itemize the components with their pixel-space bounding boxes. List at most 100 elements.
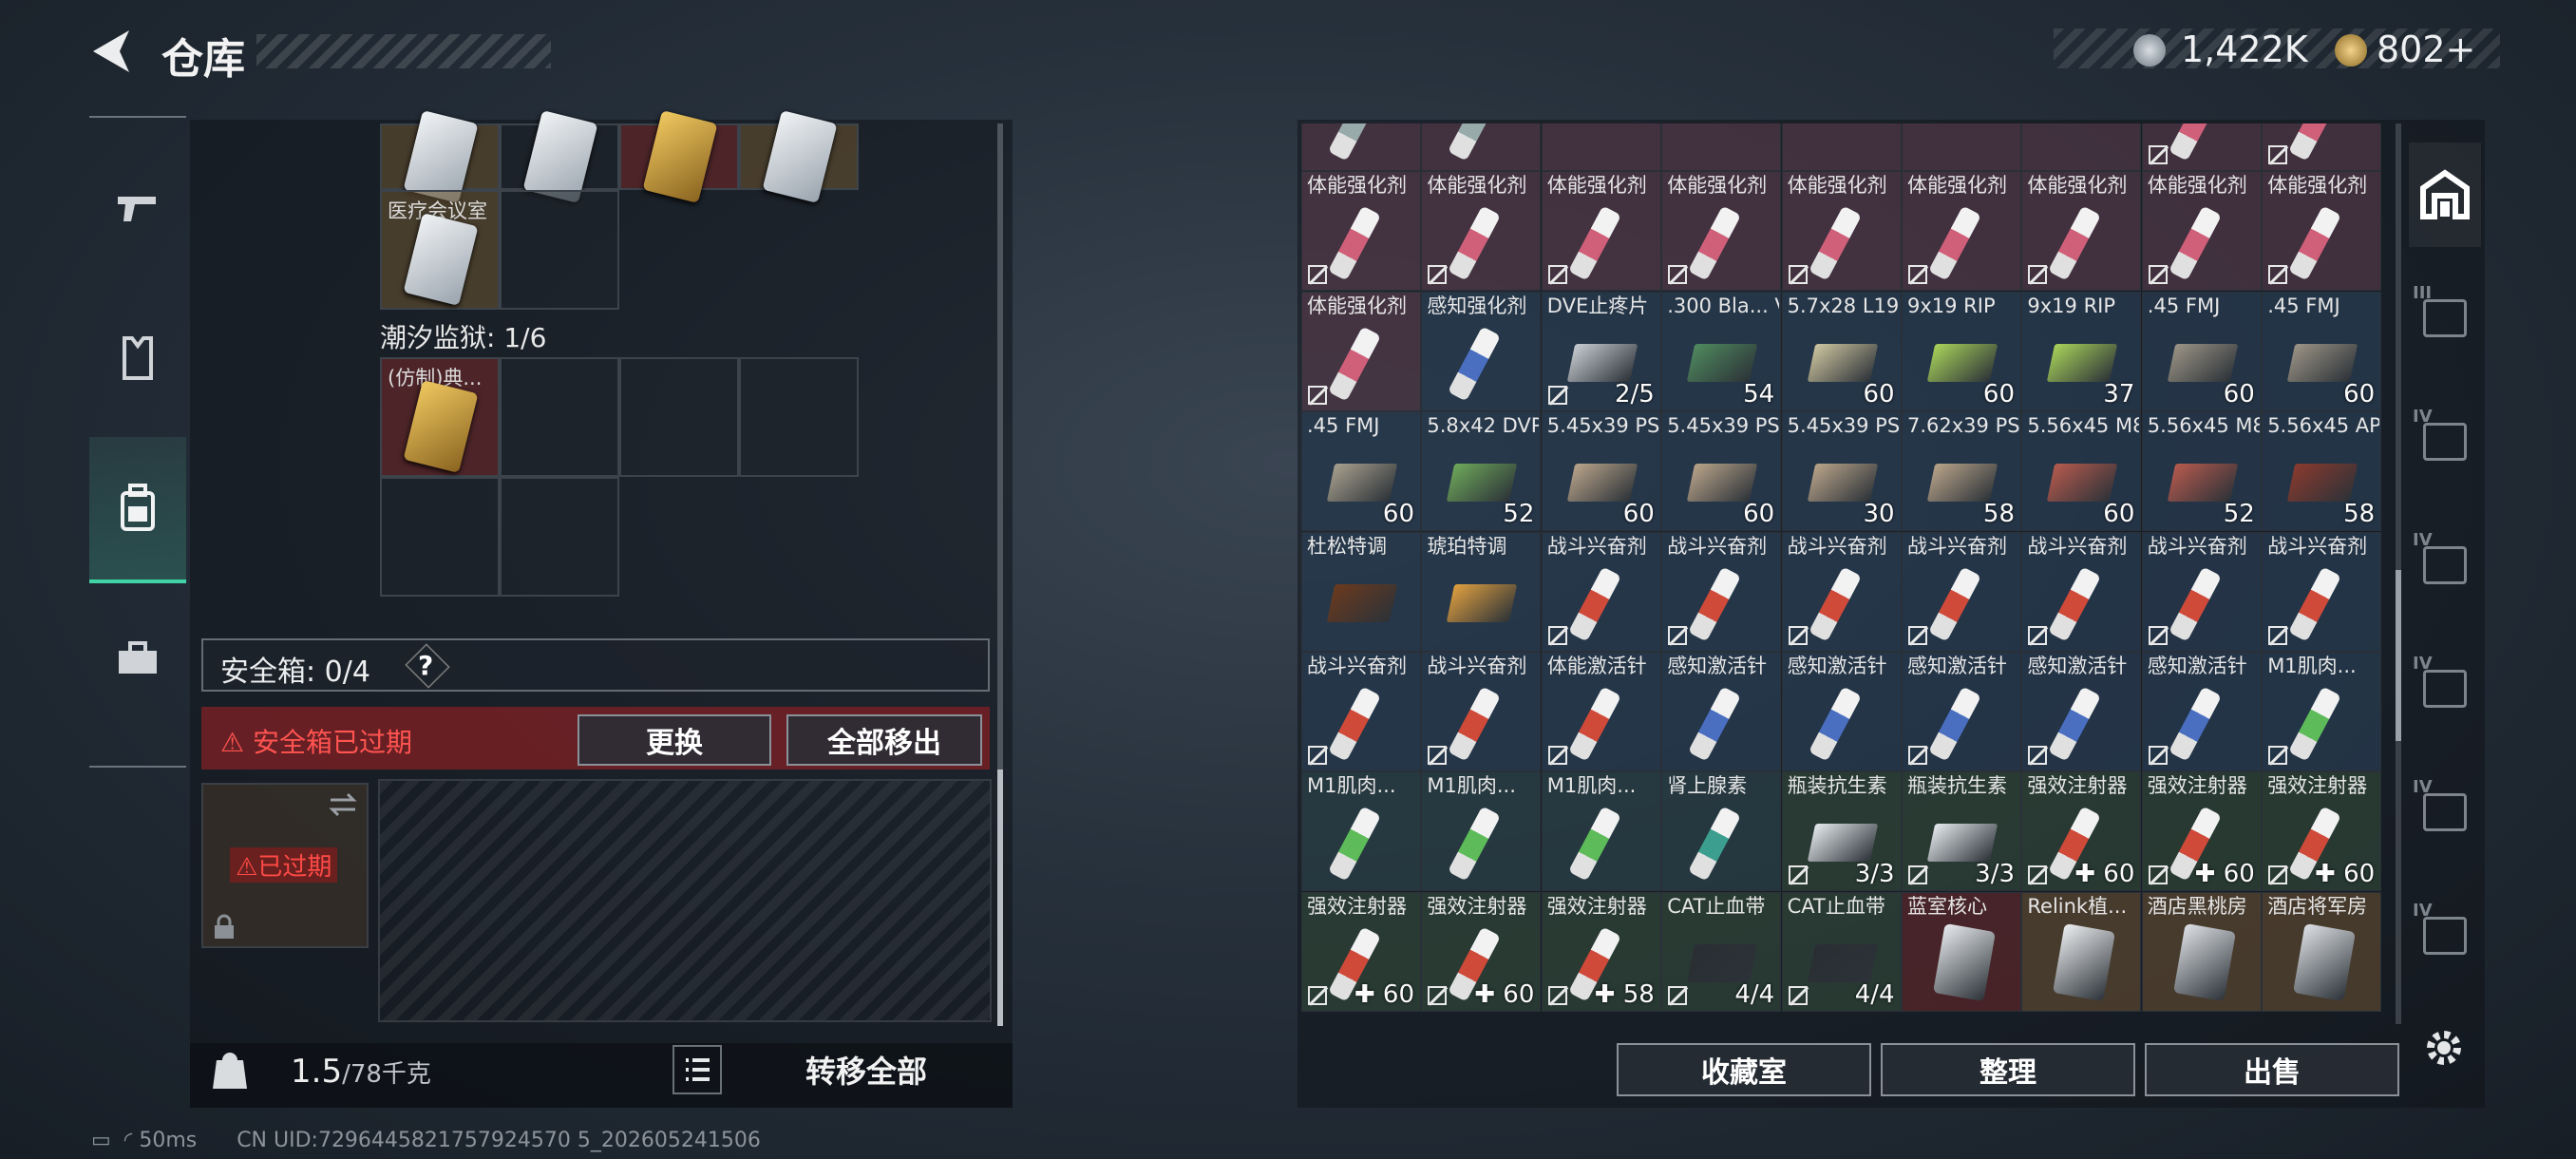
sort-button[interactable]: 整理 (1881, 1043, 2135, 1096)
inventory-item[interactable]: DVE止疼片 2/5 (1541, 291, 1661, 411)
inventory-item[interactable] (2262, 124, 2382, 171)
inventory-item[interactable]: 感知激活针 (2021, 652, 2142, 771)
inventory-item[interactable]: 战斗兴奋剂 (2021, 531, 2142, 652)
inventory-item[interactable]: 5.8x42 DVP88 52 (1421, 411, 1542, 532)
inventory-item[interactable]: 体能强化剂 (1661, 171, 1782, 292)
item-slot[interactable] (619, 110, 739, 203)
inventory-item[interactable]: .45 FMJ 60 (1301, 411, 1421, 532)
inventory-item[interactable]: 强效注射器 ✚ 60 (1421, 891, 1542, 1012)
inventory-item[interactable]: 5.56x45 APC 58 (2262, 411, 2382, 532)
inventory-item[interactable]: 体能强化剂 (1301, 291, 1421, 411)
tab-storage-4c[interactable]: IV (2409, 636, 2481, 741)
inventory-item[interactable]: 体能强化剂 (1301, 171, 1421, 292)
inventory-item[interactable]: 体能强化剂 (1781, 171, 1902, 292)
secure-case-grid[interactable] (378, 779, 992, 1022)
inventory-item[interactable] (2021, 124, 2142, 171)
empty-slot[interactable] (500, 477, 619, 597)
inventory-item[interactable]: 战斗兴奋剂 (1421, 652, 1542, 771)
inventory-item[interactable]: M1肌肉... (1541, 771, 1661, 892)
inventory-item[interactable]: 战斗兴奋剂 (1301, 652, 1421, 771)
inventory-item[interactable]: 体能强化剂 (1902, 171, 2021, 292)
inventory-item[interactable] (1902, 124, 2021, 171)
inventory-item[interactable]: 瓶装抗生素 3/3 (1781, 771, 1902, 892)
inventory-item[interactable]: 体能强化剂 (1541, 171, 1661, 292)
tab-backpack[interactable] (89, 437, 186, 583)
left-scrollbar-thumb[interactable] (997, 770, 1003, 1026)
inventory-item[interactable]: 感知强化剂 (1421, 291, 1542, 411)
inventory-item[interactable]: 战斗兴奋剂 (1541, 531, 1661, 652)
inventory-item[interactable]: 5.7x28 L191 60 (1781, 291, 1902, 411)
inventory-item[interactable]: M1肌肉... (1301, 771, 1421, 892)
inventory-item[interactable]: 体能强化剂 (1421, 171, 1542, 292)
inventory-item[interactable]: 9x19 RIP 60 (1902, 291, 2021, 411)
inventory-item[interactable]: .300 Bla... V-Max 54 (1661, 291, 1782, 411)
inventory-item[interactable]: Relink植... (2021, 891, 2142, 1012)
inventory-item[interactable] (1781, 124, 1902, 171)
collection-room-button[interactable]: 收藏室 (1617, 1043, 1871, 1096)
tab-storage-4a[interactable]: IV (2409, 390, 2481, 494)
inventory-item[interactable]: 瓶装抗生素 3/3 (1902, 771, 2021, 892)
inventory-item[interactable]: 强效注射器 ✚ 58 (1541, 891, 1661, 1012)
inventory-item[interactable]: 体能激活针 (1541, 652, 1661, 771)
inventory-item[interactable]: 战斗兴奋剂 (1661, 531, 1782, 652)
left-scrollbar[interactable] (997, 124, 1003, 770)
item-slot[interactable] (500, 110, 619, 203)
inventory-item[interactable] (1421, 124, 1542, 171)
inventory-item[interactable]: 5.45x39 PS 30 (1781, 411, 1902, 532)
inventory-item[interactable]: 9x19 RIP 37 (2021, 291, 2142, 411)
inventory-item[interactable]: 战斗兴奋剂 (2141, 531, 2262, 652)
inventory-item[interactable]: 强效注射器 ✚ 60 (2141, 771, 2262, 892)
tab-storage-4e[interactable]: IV (2409, 884, 2481, 988)
swap-icon[interactable] (327, 790, 359, 819)
inventory-item[interactable]: 感知激活针 (1781, 652, 1902, 771)
inventory-item[interactable]: 蓝室核心 (1902, 891, 2021, 1012)
empty-slot[interactable] (500, 190, 619, 310)
inventory-item[interactable]: CAT止血带 4/4 (1781, 891, 1902, 1012)
inventory-item[interactable]: 体能强化剂 (2021, 171, 2142, 292)
inventory-item[interactable] (2141, 124, 2262, 171)
tab-toolbox[interactable] (89, 587, 186, 730)
item-replica-keycard[interactable]: (仿制)典... (380, 357, 500, 477)
inventory-item[interactable] (1661, 124, 1782, 171)
tab-storage-3[interactable]: III (2409, 266, 2481, 370)
inventory-item[interactable]: 强效注射器 ✚ 60 (2262, 771, 2382, 892)
empty-slot[interactable] (739, 357, 859, 477)
inventory-item[interactable]: 琥珀特调 (1421, 531, 1542, 652)
inventory-item[interactable]: 5.45x39 PS 60 (1541, 411, 1661, 532)
tab-storage-4b[interactable]: IV (2409, 513, 2481, 618)
inventory-item[interactable]: 5.56x45 M855 52 (2141, 411, 2262, 532)
inventory-item[interactable]: 感知激活针 (2141, 652, 2262, 771)
inventory-item[interactable]: 感知激活针 (1661, 652, 1782, 771)
inventory-item[interactable]: M1肌肉... (1421, 771, 1542, 892)
tab-equipment[interactable] (89, 287, 186, 429)
inventory-item[interactable]: 战斗兴奋剂 (1902, 531, 2021, 652)
empty-slot[interactable] (500, 357, 619, 477)
inventory-item[interactable]: 肾上腺素 (1661, 771, 1782, 892)
list-view-button[interactable] (672, 1045, 722, 1094)
tab-main-storage[interactable] (2409, 142, 2481, 247)
tab-weapons[interactable] (89, 137, 186, 279)
inventory-item[interactable]: M1肌肉... (2262, 652, 2382, 771)
inventory-item[interactable]: 体能强化剂 (2141, 171, 2262, 292)
item-medical-conference-keycard[interactable]: 医疗会议室 (380, 190, 500, 310)
inventory-item[interactable]: 体能强化剂 (2262, 171, 2382, 292)
inventory-item[interactable]: 感知激活针 (1902, 652, 2021, 771)
item-slot[interactable] (739, 110, 859, 203)
inventory-item[interactable]: 5.56x45 M855 60 (2021, 411, 2142, 532)
tab-storage-4d[interactable]: IV (2409, 760, 2481, 864)
back-arrow-icon[interactable] (87, 27, 137, 76)
right-scrollbar-thumb[interactable] (2396, 570, 2401, 741)
inventory-item[interactable]: 杜松特调 (1301, 531, 1421, 652)
empty-slot[interactable] (380, 477, 500, 597)
inventory-item[interactable]: 7.62x39 PS 58 (1902, 411, 2021, 532)
move-all-out-button[interactable]: 全部移出 (786, 714, 982, 766)
item-slot[interactable] (380, 110, 500, 203)
inventory-item[interactable]: 战斗兴奋剂 (1781, 531, 1902, 652)
inventory-item[interactable] (1541, 124, 1661, 171)
inventory-item[interactable] (1301, 124, 1421, 171)
inventory-item[interactable]: .45 FMJ 60 (2141, 291, 2262, 411)
sell-button[interactable]: 出售 (2145, 1043, 2399, 1096)
transfer-all-button[interactable]: 转移全部 (733, 1045, 999, 1094)
inventory-item[interactable]: 酒店将军房 (2262, 891, 2382, 1012)
inventory-item[interactable]: 强效注射器 ✚ 60 (2021, 771, 2142, 892)
